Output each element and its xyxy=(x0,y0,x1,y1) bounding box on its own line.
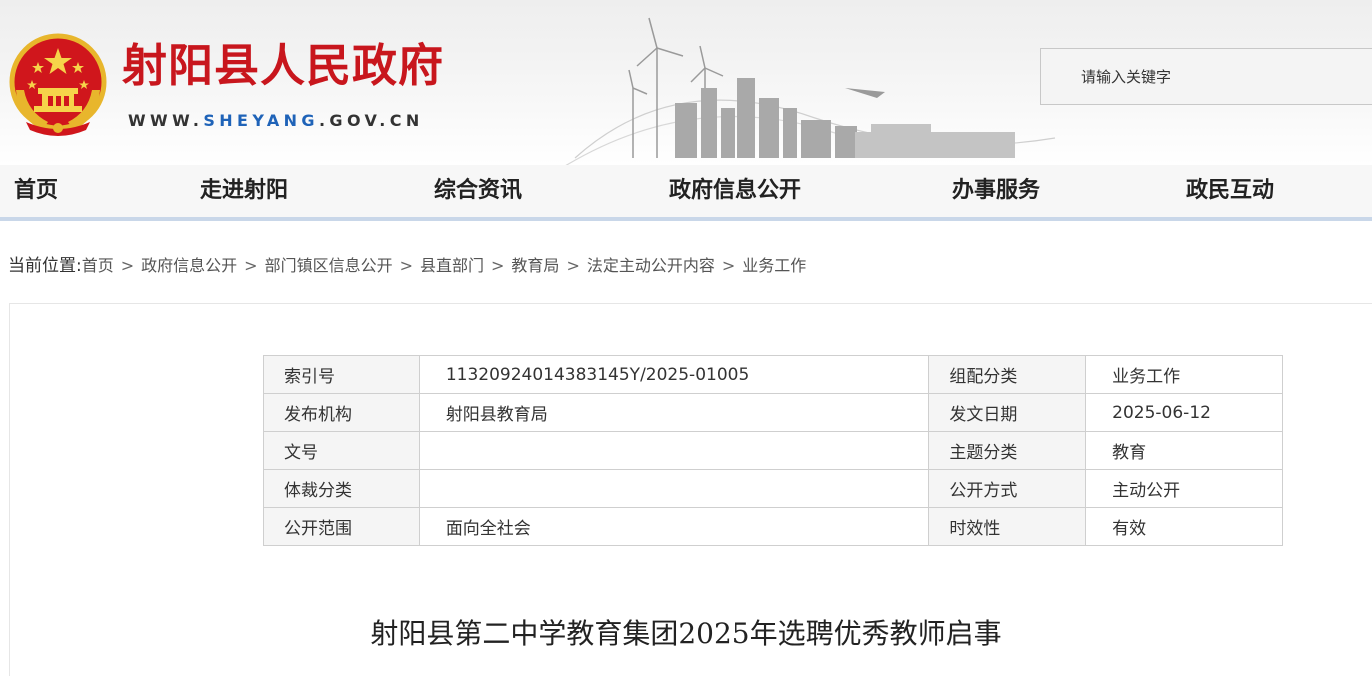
breadcrumb-separator: > xyxy=(120,256,135,275)
breadcrumb-separator: > xyxy=(399,256,413,275)
meta-key-issue-date: 发文日期 xyxy=(928,393,1087,432)
search-input[interactable] xyxy=(1041,49,1372,104)
meta-value-disclosure-method: 主动公开 xyxy=(1085,469,1283,508)
meta-value-topic: 教育 xyxy=(1085,431,1283,470)
search-box[interactable] xyxy=(1040,48,1372,105)
breadcrumb-lead: 当前位置: xyxy=(8,256,82,276)
breadcrumb-separator: > xyxy=(491,256,505,275)
site-url-suffix: .GOV.CN xyxy=(318,111,424,130)
breadcrumb-item-business-work[interactable]: 业务工作 xyxy=(742,256,806,275)
breadcrumb: 当前位置:首页 > 政府信息公开 > 部门镇区信息公开 > 县直部门 > 教育局 > 法定主动公开内… xyxy=(8,254,806,278)
site-url-highlight: SHEYANG xyxy=(203,111,319,130)
meta-key-index-number: 索引号 xyxy=(263,355,420,394)
nav-item-services[interactable]: 办事服务 xyxy=(952,175,1040,207)
nav-item-gov-info[interactable]: 政府信息公开 xyxy=(669,175,801,207)
meta-value-disclosure-scope: 面向全社会 xyxy=(418,507,930,546)
table-row: 文号 主题分类 教育 xyxy=(263,431,1283,470)
meta-value-doc-number xyxy=(418,431,930,470)
breadcrumb-item-home[interactable]: 首页 xyxy=(82,256,114,275)
meta-key-category: 组配分类 xyxy=(928,355,1087,394)
meta-key-doc-number: 文号 xyxy=(263,431,420,470)
site-url: WWW.SHEYANG.GOV.CN xyxy=(128,110,424,132)
meta-value-validity: 有效 xyxy=(1085,507,1283,546)
site-header: 射阳县人民政府 WWW.SHEYANG.GOV.CN xyxy=(0,0,1372,165)
breadcrumb-separator: > xyxy=(244,256,258,275)
breadcrumb-item-county-depts[interactable]: 县直部门 xyxy=(420,256,484,275)
breadcrumb-separator: > xyxy=(566,256,580,275)
breadcrumb-separator: > xyxy=(721,256,736,275)
site-url-prefix: WWW. xyxy=(128,111,204,130)
meta-key-validity: 时效性 xyxy=(928,507,1087,546)
site-title[interactable]: 射阳县人民政府 xyxy=(122,38,444,94)
nav-item-interaction[interactable]: 政民互动 xyxy=(1186,175,1274,207)
nav-item-news[interactable]: 综合资讯 xyxy=(434,175,522,207)
breadcrumb-item-dept-info[interactable]: 部门镇区信息公开 xyxy=(265,256,393,275)
breadcrumb-item-education-bureau[interactable]: 教育局 xyxy=(511,256,559,275)
meta-value-publisher: 射阳县教育局 xyxy=(418,393,930,432)
document-meta-table: 索引号 11320924014383145Y/2025-01005 组配分类 业… xyxy=(263,355,1283,546)
nav-item-home[interactable]: 首页 xyxy=(14,175,58,207)
main-nav: 首页 走进射阳 综合资讯 政府信息公开 办事服务 政民互动 xyxy=(0,165,1372,221)
meta-value-category: 业务工作 xyxy=(1085,355,1283,394)
meta-value-issue-date: 2025-06-12 xyxy=(1085,393,1283,432)
meta-value-index-number: 11320924014383145Y/2025-01005 xyxy=(418,355,930,394)
table-row: 索引号 11320924014383145Y/2025-01005 组配分类 业… xyxy=(263,355,1283,394)
article-title: 射阳县第二中学教育集团2025年选聘优秀教师启事 xyxy=(370,617,1002,650)
meta-key-topic: 主题分类 xyxy=(928,431,1087,470)
breadcrumb-item-statutory-content[interactable]: 法定主动公开内容 xyxy=(587,256,715,275)
meta-key-genre: 体裁分类 xyxy=(263,469,420,508)
table-row: 体裁分类 公开方式 主动公开 xyxy=(263,469,1283,508)
meta-key-disclosure-method: 公开方式 xyxy=(928,469,1087,508)
breadcrumb-item-gov-info[interactable]: 政府信息公开 xyxy=(141,256,237,275)
table-row: 公开范围 面向全社会 时效性 有效 xyxy=(263,507,1283,546)
meta-value-genre xyxy=(418,469,930,508)
meta-key-publisher: 发布机构 xyxy=(263,393,420,432)
national-emblem-icon[interactable] xyxy=(8,32,108,138)
city-skyline-illustration xyxy=(565,17,1056,165)
meta-key-disclosure-scope: 公开范围 xyxy=(263,507,420,546)
table-row: 发布机构 射阳县教育局 发文日期 2025-06-12 xyxy=(263,393,1283,432)
nav-item-about[interactable]: 走进射阳 xyxy=(200,175,288,207)
